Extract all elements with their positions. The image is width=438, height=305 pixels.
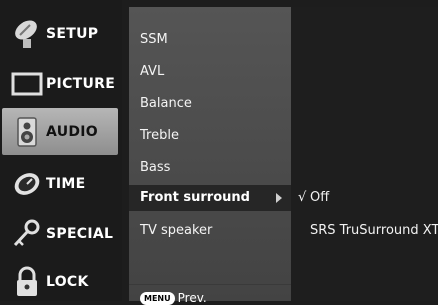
key-icon [8,215,46,253]
category-time[interactable]: TIME [2,160,118,207]
option-panel: √ Off SRS TruSurround XT [291,7,438,301]
category-label: AUDIO [46,123,99,140]
footer-divider [129,284,291,285]
option-srs-trusurround-xt[interactable]: SRS TruSurround XT [310,223,438,238]
menu-item-label: Front surround [140,190,250,205]
category-audio[interactable]: AUDIO [2,108,118,155]
satellite-dish-icon [8,15,46,53]
speaker-icon [8,113,46,151]
category-label: PICTURE [46,75,116,92]
category-special[interactable]: SPECIAL [2,210,118,257]
category-label: LOCK [46,273,89,290]
category-sidebar: SETUP PICTURE AUDIO TIME SPECIAL LOCK [0,0,122,301]
menu-item-ssm[interactable]: SSM [140,32,168,47]
category-setup[interactable]: SETUP [2,10,118,57]
option-off[interactable]: Off [310,190,329,205]
audio-submenu: SSM AVL Balance Treble Bass Front surrou… [129,7,291,305]
menu-item-front-surround[interactable]: Front surround [129,185,291,211]
menu-item-avl[interactable]: AVL [140,64,164,79]
menu-item-treble[interactable]: Treble [140,128,179,143]
checkmark-icon: √ [298,190,307,205]
category-label: TIME [46,175,86,192]
menu-item-balance[interactable]: Balance [140,96,192,111]
clock-icon [8,165,46,203]
audio-menu-screen: SETUP PICTURE AUDIO TIME SPECIAL LOCK SS… [0,0,438,305]
category-lock[interactable]: LOCK [2,258,118,305]
category-label: SETUP [46,25,99,42]
arrow-right-icon [276,193,282,203]
menu-item-tv-speaker[interactable]: TV speaker [140,223,212,238]
padlock-icon [8,263,46,301]
category-label: SPECIAL [46,225,114,242]
prev-hint[interactable]: MENU Prev. [140,291,207,305]
category-picture[interactable]: PICTURE [2,60,118,107]
menu-item-bass[interactable]: Bass [140,160,170,175]
menu-key-icon: MENU [140,291,175,305]
tv-screen-icon [8,65,46,103]
prev-label: Prev. [177,291,207,305]
